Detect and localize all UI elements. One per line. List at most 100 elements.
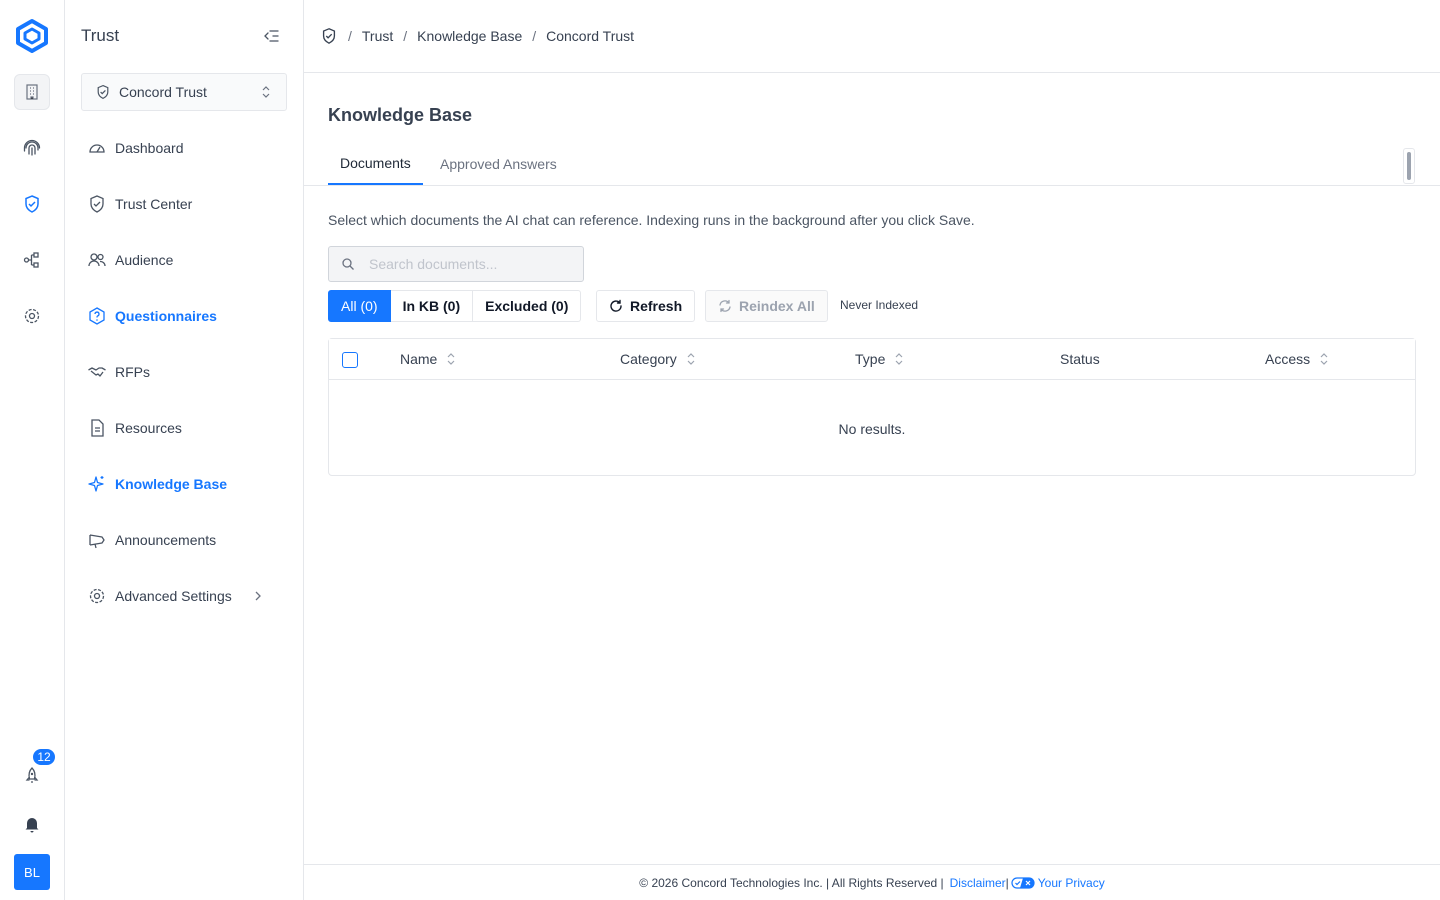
footer-copyright: © 2026 Concord Technologies Inc. | All R… <box>639 875 944 890</box>
sidebar-item-label: Dashboard <box>115 140 184 156</box>
column-header-label: Access <box>1265 351 1311 367</box>
user-avatar[interactable]: BL <box>14 854 50 890</box>
tab-documents[interactable]: Documents <box>328 143 423 185</box>
column-header-access[interactable]: Access <box>1265 351 1329 367</box>
search-input[interactable] <box>369 256 569 272</box>
breadcrumb-separator: / <box>348 28 352 44</box>
filter-all-button[interactable]: All (0) <box>328 290 391 322</box>
search-box[interactable] <box>328 246 584 282</box>
index-status-text: Never Indexed <box>840 298 919 312</box>
column-header-status: Status <box>1060 351 1100 367</box>
sidebar-item-label: Questionnaires <box>115 308 217 324</box>
rail-trust-button[interactable] <box>14 186 50 222</box>
breadcrumb-separator: / <box>532 28 537 44</box>
rail-notifications-button[interactable] <box>14 806 50 842</box>
column-header-name[interactable]: Name <box>400 351 456 367</box>
header: / Trust / Knowledge Base / Concord Trust <box>304 0 1440 73</box>
sidebar-item-label: RFPs <box>115 364 150 380</box>
sidebar-item-label: Trust Center <box>115 196 193 212</box>
tab-bar: Documents Approved Answers <box>304 143 1440 186</box>
rail-building-button[interactable] <box>14 74 50 110</box>
handshake-icon <box>88 367 106 377</box>
sidebar-item-rfps[interactable]: RFPs <box>87 360 287 384</box>
column-header-label: Category <box>620 351 677 367</box>
workspace-select[interactable]: Concord Trust <box>81 73 287 111</box>
shield-check-icon <box>25 195 39 213</box>
filter-segmented-control: All (0) In KB (0) Excluded (0) <box>328 290 582 322</box>
sidebar-item-label: Announcements <box>115 532 217 548</box>
filter-in-kb-button[interactable]: In KB (0) <box>390 290 474 322</box>
sort-icon <box>1320 353 1328 365</box>
sidebar-item-announcements[interactable]: Announcements <box>87 528 287 552</box>
rail-settings-button[interactable] <box>14 298 50 334</box>
column-header-label: Type <box>855 351 886 367</box>
reindex-all-button-label: Reindex All <box>739 298 815 314</box>
refresh-icon <box>610 299 622 312</box>
breadcrumb-item-current: Concord Trust <box>546 28 635 44</box>
gear-icon <box>24 308 40 324</box>
megaphone-icon <box>89 534 105 549</box>
documents-table: Name Category Type Status Access No resu… <box>328 338 1416 476</box>
rail-fingerprint-button[interactable] <box>14 130 50 166</box>
sidebar-item-label: Knowledge Base <box>115 476 228 492</box>
workflow-icon <box>23 252 39 268</box>
breadcrumb-item-trust[interactable]: Trust <box>362 28 393 44</box>
gear-icon <box>89 588 105 604</box>
breadcrumb-item-knowledge-base[interactable]: Knowledge Base <box>417 28 522 44</box>
shield-check-icon <box>97 84 109 100</box>
scrollbar-thumb[interactable] <box>1403 148 1415 184</box>
sidebar-item-label: Resources <box>115 420 182 436</box>
page-description: Select which documents the AI chat can r… <box>328 212 975 228</box>
gauge-icon <box>89 144 105 153</box>
sidebar-item-dashboard[interactable]: Dashboard <box>87 136 287 160</box>
collapse-sidebar-button[interactable] <box>261 26 281 46</box>
column-header-label: Status <box>1060 351 1100 367</box>
reindex-all-button[interactable]: Reindex All <box>705 290 828 322</box>
sidebar-item-label: Advanced Settings <box>115 588 232 604</box>
privacy-link[interactable]: Your Privacy <box>1038 876 1105 890</box>
sidebar-item-advanced-settings[interactable]: Advanced Settings <box>87 584 287 608</box>
bell-icon <box>25 818 39 833</box>
privacy-options-icon <box>1011 876 1035 889</box>
sidebar-item-audience[interactable]: Audience <box>87 248 287 272</box>
chevron-up-down-icon <box>262 86 270 98</box>
sidebar-item-knowledge-base[interactable]: Knowledge Base <box>87 472 287 496</box>
sidebar-title: Trust <box>81 26 120 45</box>
app-logo-icon[interactable] <box>14 18 50 54</box>
building-icon <box>26 84 38 100</box>
sidebar: Trust Concord Trust Dashboard Trust Cent… <box>65 0 304 900</box>
sidebar-item-label: Audience <box>115 252 174 268</box>
column-header-type[interactable]: Type <box>855 351 904 367</box>
icon-rail: 12 BL <box>0 0 65 900</box>
fingerprint-icon <box>23 139 41 156</box>
column-header-category[interactable]: Category <box>620 351 696 367</box>
filter-excluded-button[interactable]: Excluded (0) <box>473 290 582 322</box>
shield-check-icon[interactable] <box>320 27 338 45</box>
footer: © 2026 Concord Technologies Inc. | All R… <box>304 864 1440 900</box>
tab-approved-answers[interactable]: Approved Answers <box>428 143 569 185</box>
search-icon <box>342 258 354 270</box>
page-title: Knowledge Base <box>328 105 473 125</box>
document-icon <box>91 419 104 437</box>
select-all-checkbox[interactable] <box>342 352 358 368</box>
users-icon <box>88 253 106 267</box>
column-header-label: Name <box>400 351 438 367</box>
refresh-button[interactable]: Refresh <box>596 290 696 322</box>
rocket-icon <box>25 767 39 783</box>
disclaimer-link[interactable]: Disclaimer <box>950 876 1006 890</box>
sidebar-item-resources[interactable]: Resources <box>87 416 287 440</box>
collapse-icon <box>264 30 279 42</box>
sort-icon <box>687 353 695 365</box>
rail-integrations-button[interactable] <box>14 242 50 278</box>
sidebar-item-trust-center[interactable]: Trust Center <box>87 192 287 216</box>
chevron-right-icon <box>255 591 261 601</box>
sidebar-item-questionnaires[interactable]: Questionnaires <box>87 304 287 328</box>
sort-icon <box>447 353 455 365</box>
sort-icon <box>895 353 903 365</box>
question-circle-icon <box>89 307 105 325</box>
footer-divider: | <box>1005 875 1009 890</box>
table-header: Name Category Type Status Access <box>329 339 1415 380</box>
table-empty-state: No results. <box>838 421 906 437</box>
breadcrumb-separator: / <box>403 28 408 44</box>
notification-count-badge: 12 <box>31 747 57 767</box>
